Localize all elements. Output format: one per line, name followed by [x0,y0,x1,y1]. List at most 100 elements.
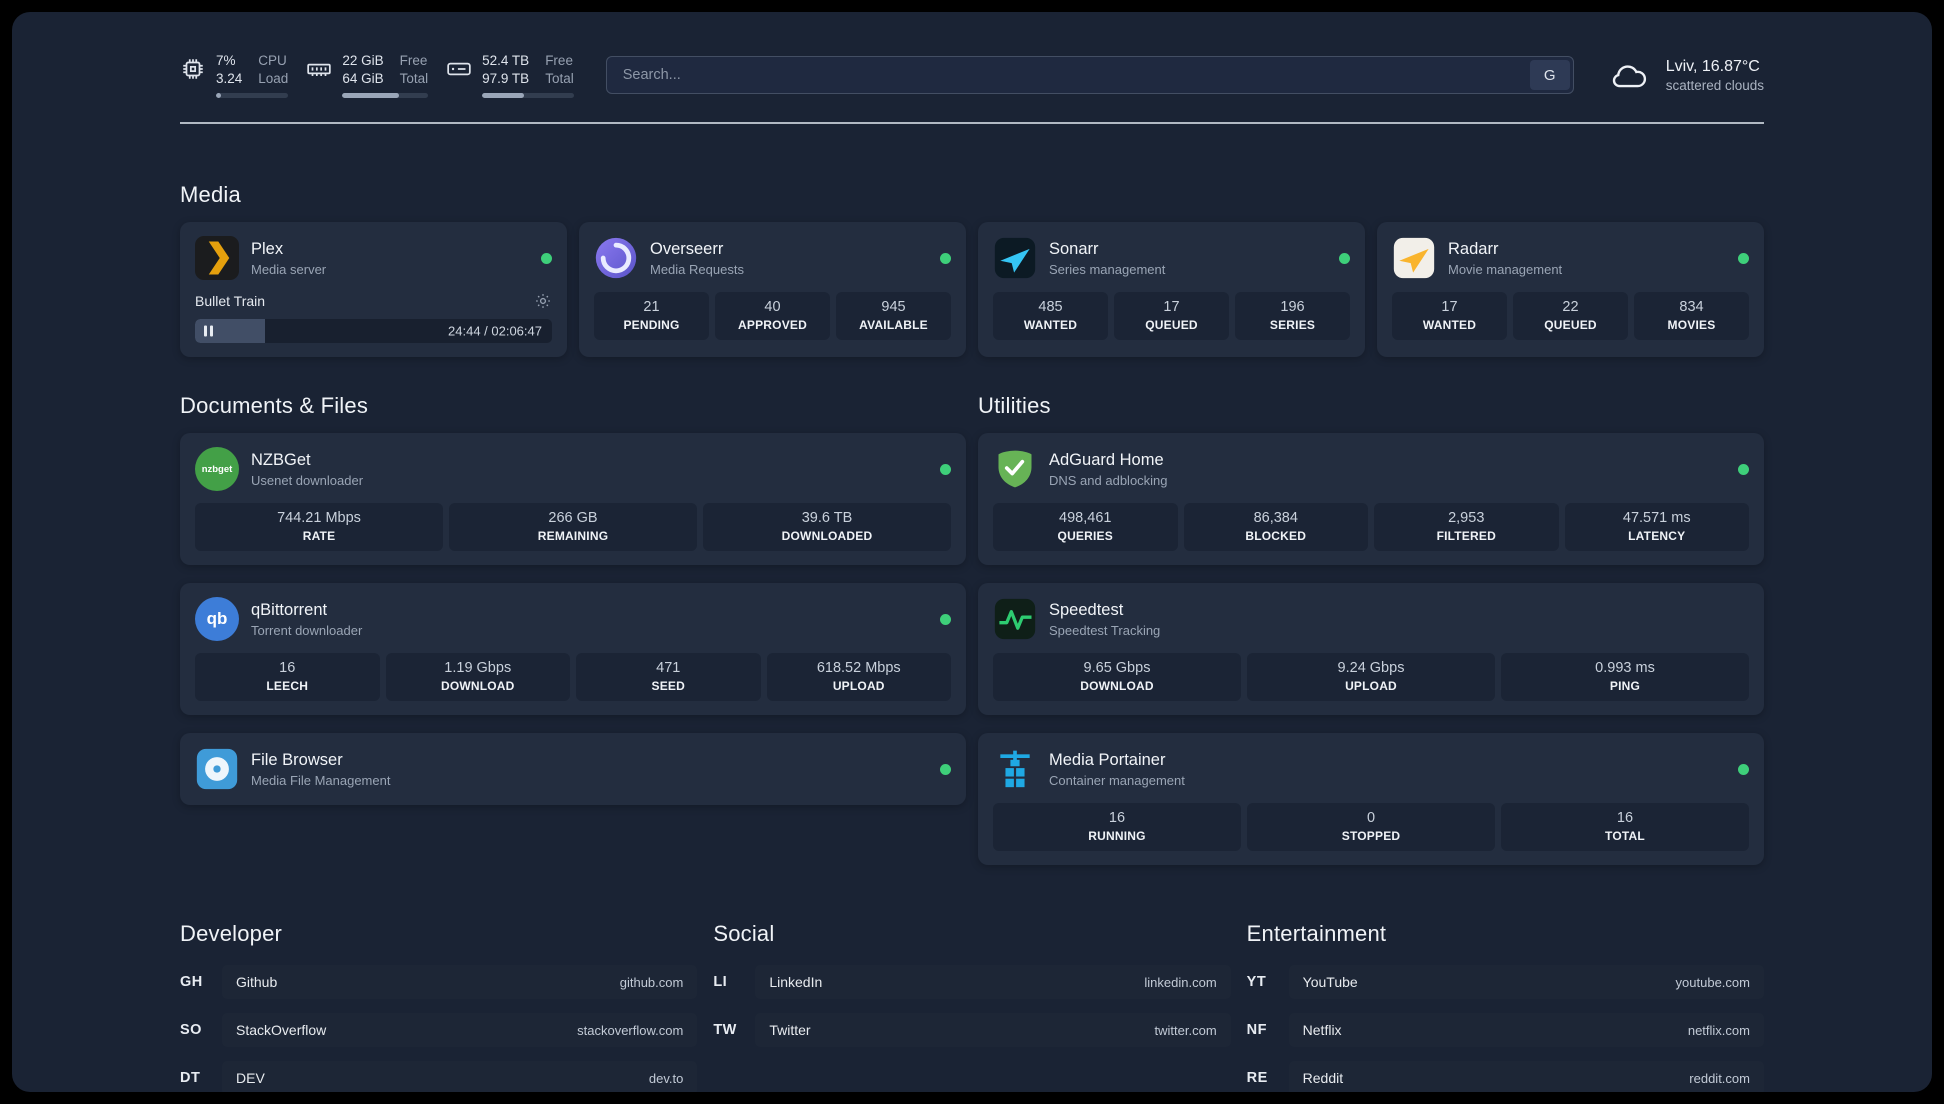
link-github[interactable]: GH Github github.com [180,965,698,1000]
stat-box: 0 STOPPED [1247,803,1495,852]
now-playing-row: Bullet Train [195,292,552,310]
stat-label: PENDING [623,318,680,333]
radarr-icon [1392,236,1436,280]
stat-value: 22 [1562,299,1579,316]
stat-box: 9.24 Gbps UPLOAD [1247,653,1495,702]
app-name: qBittorrent [251,600,328,619]
link-pill: Netflix netflix.com [1288,1013,1764,1048]
link-pill: Reddit reddit.com [1288,1061,1764,1092]
stat-label: UPLOAD [1345,679,1397,694]
stat-label: AVAILABLE [859,318,928,333]
stat-box: 21 PENDING [594,292,709,341]
app-stats: 16 LEECH 1.19 Gbps DOWNLOAD 471 SEED 618… [195,653,951,702]
gear-icon[interactable] [534,292,552,310]
app-card-filebrowser[interactable]: File Browser Media File Management [180,733,966,806]
stat-value: 21 [643,299,660,316]
link-abbr: TW [713,1022,737,1039]
link-abbr: SO [180,1022,202,1039]
ram-total-value: 64 GiB [342,70,384,86]
app-card-portainer[interactable]: Media Portainer Container management 16 … [978,733,1764,866]
stat-value: 9.24 Gbps [1337,660,1405,677]
link-url: github.com [619,974,684,990]
link-name: Twitter [769,1022,811,1039]
card-header: Overseerr Media Requests [594,236,951,280]
link-pill: LinkedIn linkedin.com [755,965,1231,1000]
app-card-qbittorrent[interactable]: qb qBittorrent Torrent downloader 16 LEE… [180,583,966,716]
stat-value: 40 [764,299,781,316]
stat-label: DOWNLOAD [1080,679,1154,694]
link-twitter[interactable]: TW Twitter twitter.com [713,1013,1231,1048]
disk-total-value: 97.9 TB [482,70,530,86]
stat-label: DOWNLOADED [781,529,873,544]
link-dev[interactable]: DT DEV dev.to [180,1061,698,1092]
stat-label: SERIES [1269,318,1316,333]
playback-progress-bar[interactable]: 24:44 / 02:06:47 [195,319,552,344]
link-name: Github [236,974,278,991]
now-playing-title: Bullet Train [195,293,266,310]
stat-value: 618.52 Mbps [816,660,901,677]
app-card-plex[interactable]: Plex Media server Bullet Train 24:44 / 0… [180,222,567,358]
link-pill: YouTube youtube.com [1288,965,1764,1000]
entertainment-links: Entertainment YT YouTube youtube.com NF … [1247,865,1764,1092]
app-stats: 744.21 Mbps RATE 266 GB REMAINING 39.6 T… [195,503,951,552]
link-youtube[interactable]: YT YouTube youtube.com [1246,965,1764,1000]
app-name: Sonarr [1049,239,1099,258]
link-abbr: YT [1246,974,1267,991]
cpu-load-value: 3.24 [216,70,243,86]
cloud-icon [1606,56,1652,94]
stat-value: 39.6 TB [801,510,853,527]
disk-free-value: 52.4 TB [482,53,530,68]
adguard-icon [993,447,1037,491]
speedtest-icon [993,597,1037,641]
section-title-social: Social [713,921,775,947]
search-engine-button[interactable]: G [1529,60,1570,91]
app-card-overseerr[interactable]: Overseerr Media Requests 21 PENDING 40 A… [579,222,966,358]
link-stackoverflow[interactable]: SO StackOverflow stackoverflow.com [180,1013,698,1048]
stat-box: 196 SERIES [1235,292,1350,341]
link-pill: Twitter twitter.com [755,1013,1231,1048]
link-url: stackoverflow.com [577,1022,684,1038]
documents-column: Documents & Files nzbget NZBGet Usenet d… [180,357,966,806]
link-name: LinkedIn [769,974,823,991]
stat-label: RATE [302,529,336,544]
link-netflix[interactable]: NF Netflix netflix.com [1247,1013,1764,1048]
stat-value: 16 [1616,810,1634,827]
search-input[interactable] [605,56,1574,95]
stat-value: 471 [656,660,681,677]
app-card-radarr[interactable]: Radarr Movie management 17 WANTED 22 QUE… [1377,222,1764,358]
stat-box: 1.19 Gbps DOWNLOAD [385,653,570,702]
link-reddit[interactable]: RE Reddit reddit.com [1247,1061,1764,1092]
stat-box: 16 TOTAL [1501,803,1749,852]
app-name: Media Portainer [1049,750,1166,769]
stat-label: APPROVED [738,318,807,333]
app-subtitle: Media File Management [251,772,391,788]
stat-box: 39.6 TB DOWNLOADED [703,503,951,552]
app-card-sonarr[interactable]: Sonarr Series management 485 WANTED 17 Q… [978,222,1365,358]
app-card-nzbget[interactable]: nzbget NZBGet Usenet downloader 744.21 M… [180,433,966,566]
stat-label: QUEUED [1544,318,1597,333]
pause-icon[interactable] [204,325,213,337]
disk-stat: 52.4 TB 97.9 TB Free Total [446,52,574,99]
stat-label: STOPPED [1341,829,1401,844]
stat-box: 945 AVAILABLE [836,292,951,341]
link-url: youtube.com [1675,974,1750,990]
link-linkedin[interactable]: LI LinkedIn linkedin.com [713,965,1231,1000]
link-pill: Github github.com [222,965,698,1000]
app-card-speedtest[interactable]: Speedtest Speedtest Tracking 9.65 Gbps D… [978,583,1764,716]
stat-label: MOVIES [1667,318,1716,333]
ram-progress-fill [342,93,399,99]
app-card-adguard[interactable]: AdGuard Home DNS and adblocking 498,461 … [978,433,1764,566]
status-dot [940,252,951,264]
stat-box: 834 MOVIES [1634,292,1749,341]
link-name: YouTube [1302,974,1358,991]
bookmarks: Developer GH Github github.com SO StackO… [180,865,1764,1092]
link-name: DEV [236,1070,265,1087]
link-name: Netflix [1302,1022,1342,1039]
stat-label: FILTERED [1436,529,1496,544]
stat-box: 744.21 Mbps RATE [195,503,443,552]
ram-free-value: 22 GiB [342,53,384,68]
stat-value: 16 [279,660,296,677]
app-name: Speedtest [1049,600,1124,619]
cpu-usage-value: 7% [216,53,236,68]
stat-box: 86,384 BLOCKED [1183,503,1368,552]
